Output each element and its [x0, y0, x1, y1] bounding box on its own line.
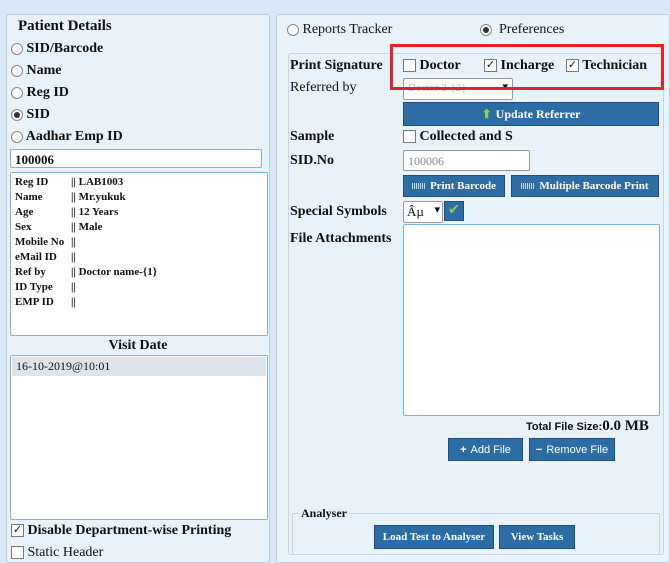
info-row-email: eMail ID || — [15, 251, 76, 263]
static-header-option[interactable]: Static Header — [11, 545, 103, 561]
special-symbols-value: Âµ — [407, 204, 424, 219]
radio-icon[interactable] — [11, 86, 23, 99]
view-tasks-button[interactable]: View Tasks — [499, 525, 575, 549]
visit-date-title: Visit Date — [108, 338, 168, 353]
insert-symbol-check-button[interactable]: ✔ — [444, 201, 464, 221]
print-signature-label: Print Signature — [290, 58, 383, 73]
radio-icon[interactable] — [287, 23, 299, 36]
sid-no-input[interactable]: 100006 — [403, 150, 530, 171]
info-row-age: Age || 12 Years — [15, 206, 119, 218]
checkbox-checked-icon[interactable]: ✓ — [11, 524, 24, 538]
info-row-reg-id: Reg ID || LAB1003 — [15, 176, 124, 188]
sample-label: Sample — [290, 129, 335, 144]
disable-dept-printing[interactable]: ✓ Disable Department-wise Printing — [11, 523, 231, 539]
patient-info-box: Reg ID || LAB1003 Name || Mr.yukuk Age || 1… — [10, 172, 268, 336]
chevron-down-icon[interactable]: ▾ — [434, 203, 440, 216]
referred-by-label: Referred by — [290, 80, 357, 95]
up-arrow-icon: ⬆ — [481, 106, 492, 121]
info-row-ref-by: Ref by || Doctor name-{1} — [15, 266, 158, 278]
visit-date-item[interactable]: 16-10-2019@10:01 — [12, 357, 266, 376]
radio-selected-icon[interactable] — [11, 108, 23, 121]
sid-no-label: SID.No — [290, 153, 334, 168]
total-file-size-label: Total File Size: — [526, 421, 603, 433]
load-test-to-analyser-button[interactable]: Load Test to Analyser — [374, 525, 494, 549]
info-row-name: Name || Mr.yukuk — [15, 191, 126, 203]
patient-search-input[interactable]: 100006 — [10, 149, 262, 168]
checkbox-icon[interactable] — [11, 546, 24, 560]
print-barcode-button[interactable]: Print Barcode — [403, 175, 505, 197]
highlight-box — [390, 44, 664, 90]
patient-details-title: Patient Details — [18, 18, 112, 34]
total-file-size: Total File Size:0.0 MB — [526, 418, 649, 435]
plus-icon: + — [460, 443, 467, 456]
radio-icon[interactable] — [11, 130, 23, 143]
patient-option-name[interactable]: Name — [11, 63, 62, 79]
add-file-button[interactable]: + Add File — [448, 438, 523, 461]
info-row-id-type: ID Type || — [15, 281, 76, 293]
special-symbols-label: Special Symbols — [290, 204, 387, 219]
radio-selected-icon[interactable] — [480, 23, 492, 36]
checkmark-icon: ✔ — [448, 203, 460, 218]
tab-reports-tracker[interactable]: Reports Tracker — [287, 22, 392, 38]
patient-option-reg-id[interactable]: Reg ID — [11, 85, 69, 101]
barcode-icon — [411, 183, 426, 189]
special-symbols-select[interactable]: Âµ ▾ — [403, 201, 443, 223]
remove-file-button[interactable]: − Remove File — [529, 438, 615, 461]
total-file-size-value: 0.0 MB — [602, 418, 649, 434]
barcode-icon — [521, 183, 536, 189]
tab-preferences[interactable]: Preferences — [480, 22, 564, 38]
patient-option-sid[interactable]: SID — [11, 107, 50, 123]
minus-icon: − — [535, 443, 543, 456]
file-attachments-label: File Attachments — [290, 231, 392, 246]
radio-icon[interactable] — [11, 64, 23, 77]
sample-collected-option[interactable]: Collected and S — [403, 129, 513, 145]
info-row-mobile: Mobile No || — [15, 236, 76, 248]
checkbox-icon[interactable] — [403, 130, 416, 144]
multiple-barcode-print-button[interactable]: Multiple Barcode Print — [511, 175, 659, 197]
info-row-sex: Sex || Male — [15, 221, 103, 233]
visit-date-list[interactable]: 16-10-2019@10:01 — [10, 355, 268, 520]
patient-option-aadhar[interactable]: Aadhar Emp ID — [11, 129, 123, 145]
radio-icon[interactable] — [11, 42, 23, 55]
update-referrer-button[interactable]: ⬆ Update Referrer — [403, 102, 659, 126]
patient-option-sid-barcode[interactable]: SID/Barcode — [11, 41, 103, 57]
info-row-emp-id: EMP ID || — [15, 296, 76, 308]
file-attachments-list[interactable] — [403, 224, 660, 416]
analyser-label: Analyser — [299, 506, 349, 521]
